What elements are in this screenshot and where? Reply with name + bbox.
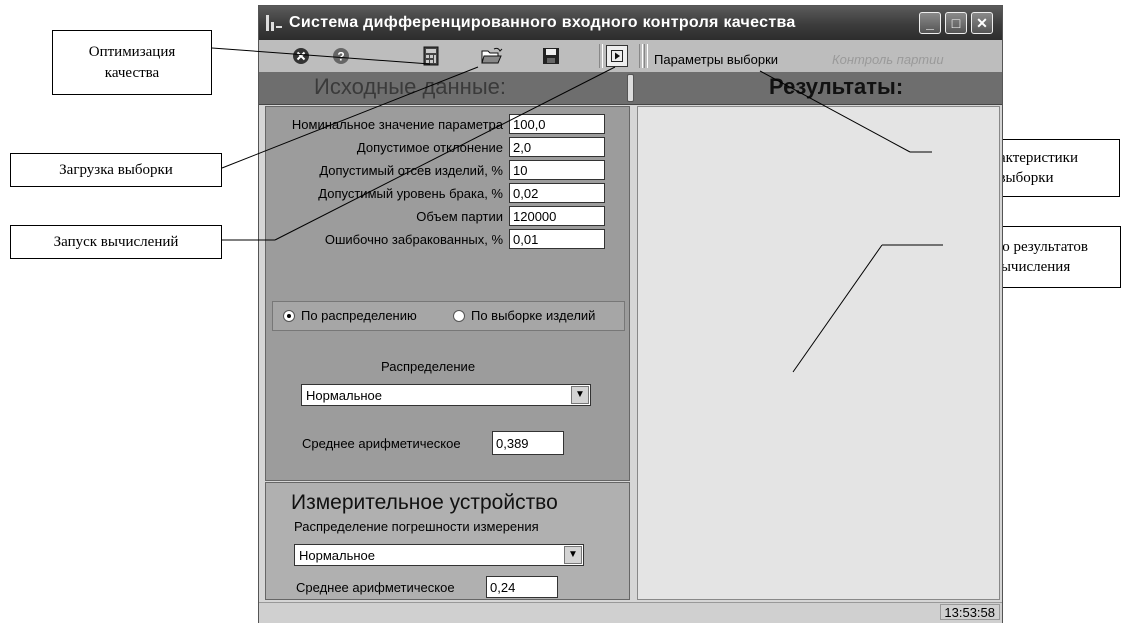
device-distribution-select[interactable]: Нормальное ▼ xyxy=(294,544,584,566)
app-window: Система дифференцированного входного кон… xyxy=(258,5,1003,623)
exit-button[interactable] xyxy=(289,45,313,67)
play-icon xyxy=(611,50,623,62)
callout-optimization: Оптимизация качества xyxy=(52,30,212,95)
panel-splitter[interactable] xyxy=(627,74,634,102)
section-header: Исходные данные: Результаты: xyxy=(259,72,1002,105)
defect-level-input[interactable] xyxy=(509,183,605,203)
distribution-value: Нормальное xyxy=(306,388,383,403)
minimize-icon[interactable]: _ xyxy=(919,12,941,34)
app-icon xyxy=(266,15,282,31)
help-button[interactable]: ? xyxy=(329,45,353,67)
chevron-down-icon[interactable]: ▼ xyxy=(571,386,589,404)
optimization-button[interactable] xyxy=(419,45,443,67)
results-panel xyxy=(637,106,1000,600)
radio-label-distribution[interactable]: По распределению xyxy=(301,308,417,323)
param-label-batch: Объем партии xyxy=(416,209,503,224)
title-bar[interactable]: Система дифференцированного входного кон… xyxy=(259,6,1002,40)
toolbar: ? Параметры выборки Контроль партии xyxy=(259,40,1002,73)
toolbar-separator xyxy=(644,44,648,68)
deviation-input[interactable] xyxy=(509,137,605,157)
chevron-down-icon[interactable]: ▼ xyxy=(564,546,582,564)
status-time: 13:53:58 xyxy=(940,604,1000,620)
batch-control-menu: Контроль партии xyxy=(832,51,944,67)
calculator-icon xyxy=(423,46,439,66)
device-panel: Измерительное устройство Распределение п… xyxy=(265,482,630,600)
window-title: Система дифференцированного входного кон… xyxy=(289,14,796,31)
input-data-heading: Исходные данные: xyxy=(314,74,506,99)
distribution-select[interactable]: Нормальное ▼ xyxy=(301,384,591,406)
mean-input[interactable] xyxy=(492,431,564,455)
device-dist-label: Распределение погрешности измерения xyxy=(294,519,539,534)
param-label-deviation: Допустимое отклонение xyxy=(356,140,503,155)
close-icon[interactable]: ✕ xyxy=(971,12,993,34)
save-button[interactable] xyxy=(539,45,563,67)
radio-by-sample[interactable] xyxy=(453,310,465,322)
run-calc-button[interactable] xyxy=(606,45,628,67)
results-heading: Результаты: xyxy=(769,74,904,99)
maximize-icon[interactable]: □ xyxy=(945,12,967,34)
param-label-defect: Допустимый уровень брака, % xyxy=(318,186,503,201)
open-folder-icon xyxy=(481,47,503,64)
radio-label-sample[interactable]: По выборке изделий xyxy=(471,308,595,323)
device-mean-input[interactable] xyxy=(486,576,558,598)
load-sample-button[interactable] xyxy=(479,45,505,67)
mode-radio-group: По распределению По выборке изделий xyxy=(272,301,625,331)
status-bar: 13:53:58 xyxy=(259,602,1002,623)
rejection-rate-input[interactable] xyxy=(509,160,605,180)
exit-icon xyxy=(293,48,309,64)
param-label-false-reject: Ошибочно забракованных, % xyxy=(324,232,503,247)
radio-by-distribution[interactable] xyxy=(283,310,295,322)
sample-params-menu[interactable]: Параметры выборки xyxy=(654,48,778,70)
input-panel: Номинальное значение параметра Допустимо… xyxy=(265,106,630,481)
device-title: Измерительное устройство xyxy=(291,491,558,514)
batch-size-input[interactable] xyxy=(509,206,605,226)
callout-run-calc: Запуск вычислений xyxy=(10,225,222,259)
callout-load-sample: Загрузка выборки xyxy=(10,153,222,187)
param-label-rejection: Допустимый отсев изделий, % xyxy=(319,163,503,178)
mean-label: Среднее арифметическое xyxy=(302,436,461,451)
nominal-value-input[interactable] xyxy=(509,114,605,134)
toolbar-separator xyxy=(639,44,643,68)
device-distribution-value: Нормальное xyxy=(299,548,376,563)
device-mean-label: Среднее арифметическое xyxy=(296,580,455,595)
svg-text:?: ? xyxy=(337,50,344,64)
false-reject-input[interactable] xyxy=(509,229,605,249)
distribution-label: Распределение xyxy=(381,359,476,374)
toolbar-separator xyxy=(599,44,603,68)
param-label-nominal: Номинальное значение параметра xyxy=(291,117,503,132)
save-disk-icon xyxy=(543,48,559,64)
help-icon: ? xyxy=(333,48,349,64)
